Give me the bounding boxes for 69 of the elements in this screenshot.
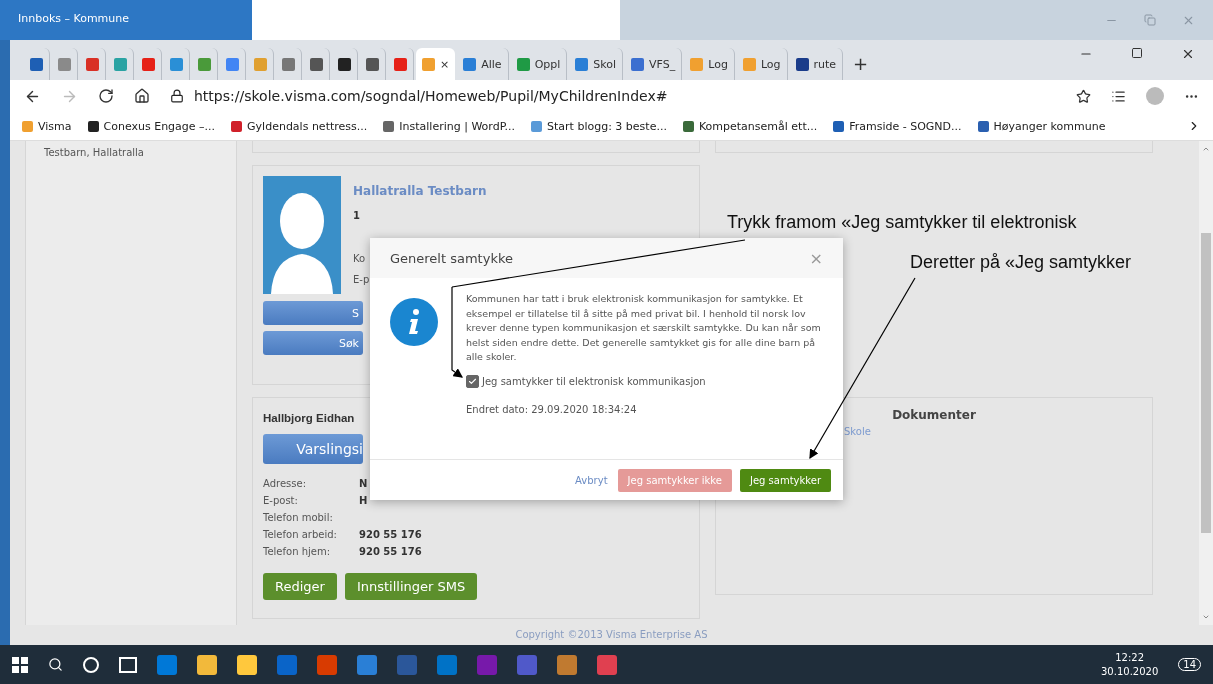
reload-icon[interactable] [98,88,114,104]
documents-title: Dokumenter [891,408,977,422]
info-label: Telefon mobil: [263,512,333,523]
info-label: E-p [353,274,370,285]
copyright-text: Copyright ©2013 Visma Enterprise AS [515,629,708,640]
bookmark[interactable]: Installering | WordP... [383,119,516,133]
notify-button[interactable]: Varslingsi [263,434,363,464]
annotation-text: Trykk framom «Jeg samtykker til elektronisk [727,212,1077,233]
address-field[interactable]: https://skole.visma.com/sogndal/Homeweb/Pupil/MyChildrenIndex# [194,88,668,104]
grade-text: 1 [353,210,360,221]
bookmark[interactable]: Visma [22,119,72,133]
favorites-icon[interactable] [1111,88,1126,104]
window-title: Innboks – Kommune [0,0,252,40]
accept-button[interactable]: Jeg samtykker [739,468,831,492]
info-label: Telefon arbeid: [263,529,337,540]
home-icon[interactable] [134,88,150,104]
bookmark[interactable]: Framside - SOGND... [833,119,962,133]
changed-date: Endret dato: 29.09.2020 18:34:24 [466,403,638,415]
checkmark-icon [468,376,477,386]
scroll-down-icon[interactable] [1202,613,1210,621]
new-tab-button[interactable]: + [845,53,877,80]
app-icon[interactable] [237,654,257,675]
consent-checkbox[interactable]: Jeg samtykker til elektronisk kommunikasjon [466,374,823,388]
browser-tab[interactable]: VFS_ [625,48,683,80]
task-view-icon[interactable] [119,656,137,673]
browser-tab[interactable]: rute [789,48,844,80]
bookmark[interactable]: Conexus Engage –... [87,119,216,133]
dialog-title: Generelt samtykke [390,250,513,266]
action-button[interactable]: Søk [263,331,363,355]
bookmark[interactable]: Høyanger kommune [977,119,1106,133]
action-button[interactable]: Innstillinger SMS [344,573,478,600]
scrollbar[interactable] [1199,141,1213,625]
info-value: N [359,478,368,489]
browser-tab[interactable]: Log [684,48,735,80]
search-icon[interactable] [48,657,63,672]
browser-tab[interactable]: × [416,48,456,80]
info-value: 920 55 176 [359,529,422,540]
windows-logo-icon[interactable] [12,656,28,673]
clock[interactable]: 12:22 30.10.2020 [1101,650,1159,679]
info-value: 920 55 176 [359,546,422,557]
action-button[interactable]: S [263,301,363,325]
info-label: E-post: [263,495,298,506]
close-icon[interactable] [1181,47,1195,61]
parent-name: Hallbjorg Eidhan [263,412,355,424]
browser-tab[interactable]: Skol [569,48,624,80]
scroll-up-icon[interactable] [1202,145,1210,153]
bookmark[interactable]: Gyldendals nettress... [231,119,368,133]
annotation-text: Deretter på «Jeg samtykker [910,252,1132,273]
info-label: Telefon hjem: [263,546,331,557]
info-label: Adresse: [263,478,306,489]
bookmark[interactable]: Start blogg: 3 beste... [531,119,667,133]
sidebar-item[interactable]: Testbarn, Hallatralla [44,147,144,158]
app-icon[interactable] [557,654,577,675]
avatar-icon[interactable] [1146,87,1164,105]
action-button[interactable]: Rediger [263,573,337,600]
maximize-icon[interactable] [1131,47,1143,59]
info-label: Ko [353,253,366,264]
info-icon [390,298,438,346]
bookmark[interactable]: Kompetansemål ett... [682,119,818,133]
circle-icon[interactable] [83,656,99,673]
info-value: H [359,495,368,506]
star-icon[interactable] [1076,88,1091,104]
app-icon[interactable] [197,654,217,675]
browser-tab[interactable]: Oppl [510,48,568,80]
browser-tab[interactable]: Log [736,48,788,80]
consent-text: Kommunen har tatt i bruk elektronisk kommunikasjon for samtykke. Et eksempel er tillatelse til å sitte på med privat bil. I henhold til norsk lov krever denne typen kommunikasjon et særskilt samtykke. Du kan når som helst siden endre dette. Det generelle samtykket gis for alle dine barn på alle skoler. [466,292,822,364]
lock-icon [170,89,184,103]
cancel-link[interactable]: Avbryt [575,474,608,486]
browser-tab[interactable]: Alle [457,48,509,80]
